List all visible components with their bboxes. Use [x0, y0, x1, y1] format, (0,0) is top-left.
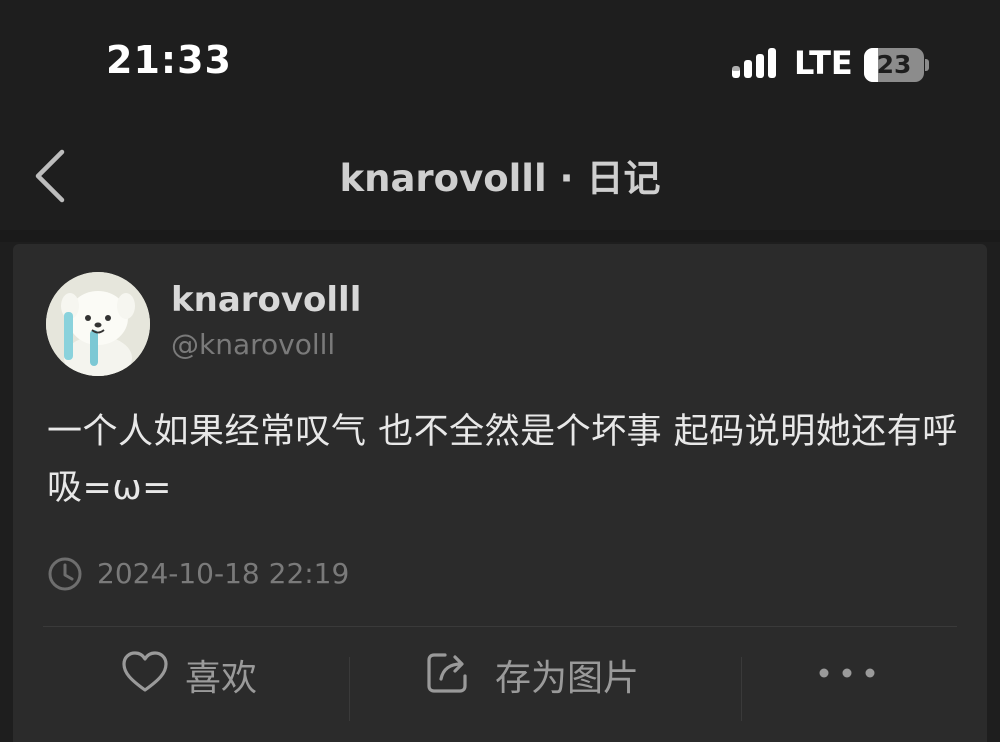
nav-bar: knarovolll · 日记 — [0, 120, 1000, 230]
heart-icon — [122, 651, 168, 692]
share-export-icon — [427, 653, 467, 693]
battery-level: 23 — [876, 50, 912, 79]
avatar[interactable] — [46, 272, 150, 376]
more-button[interactable] — [819, 649, 875, 695]
more-icon — [819, 668, 875, 678]
screen: 21:33 LTE 23 knarovolll · 日记 knarovolll … — [0, 0, 1000, 742]
network-label: LTE — [794, 44, 853, 82]
post-card: knarovolll @knarovolll 一个人如果经常叹气 也不全然是个坏… — [13, 244, 987, 742]
status-bar: 21:33 LTE 23 — [0, 0, 1000, 120]
post-content: 一个人如果经常叹气 也不全然是个坏事 起码说明她还有呼吸=ω= — [47, 412, 958, 508]
save-image-label: 存为图片 — [495, 658, 640, 699]
author-name[interactable]: knarovolll — [171, 280, 361, 320]
timestamp: 2024-10-18 22:19 — [97, 557, 350, 590]
page-title: knarovolll · 日记 — [339, 157, 661, 200]
avatar-image — [46, 272, 150, 376]
battery-tip — [925, 59, 929, 71]
action-divider — [349, 657, 350, 721]
action-bar: 喜欢 存为图片 — [13, 627, 987, 742]
clock-icon — [48, 557, 82, 591]
battery-icon: 23 — [864, 48, 929, 82]
status-time: 21:33 — [106, 38, 232, 82]
like-label: 喜欢 — [185, 658, 258, 699]
battery-body: 23 — [864, 48, 924, 82]
author-handle: @knarovolll — [171, 328, 336, 361]
nav-separator — [0, 230, 1000, 242]
signal-icon — [732, 48, 776, 78]
action-divider — [741, 657, 742, 721]
